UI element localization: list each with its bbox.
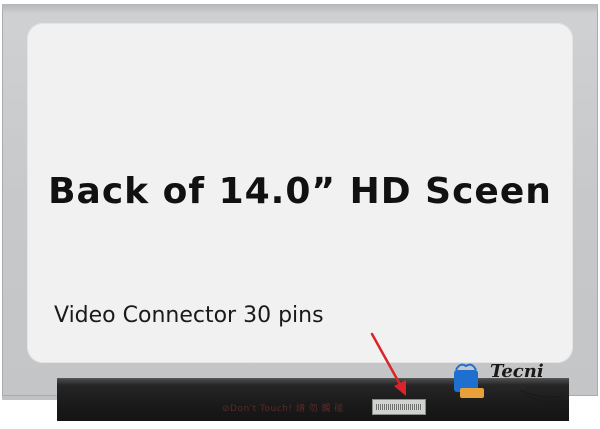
dont-touch-warning: ⊘Don't Touch! 請 勿 觸 碰 [222, 404, 344, 414]
logo-name: Tecni [490, 361, 544, 382]
headline: Back of 14.0” HD Sceen [48, 171, 552, 212]
connector-label: Video Connector 30 pins [54, 303, 324, 328]
product-image: Back of 14.0” HD Sceen Video Connector 3… [0, 0, 600, 429]
logo-tagline: Sistemas [494, 384, 526, 392]
frame-top-shadow [2, 4, 598, 14]
video-connector [372, 399, 426, 415]
connector-pins [376, 404, 422, 410]
red-arrow-icon [370, 332, 406, 396]
frame-bottom-edge [2, 396, 57, 400]
